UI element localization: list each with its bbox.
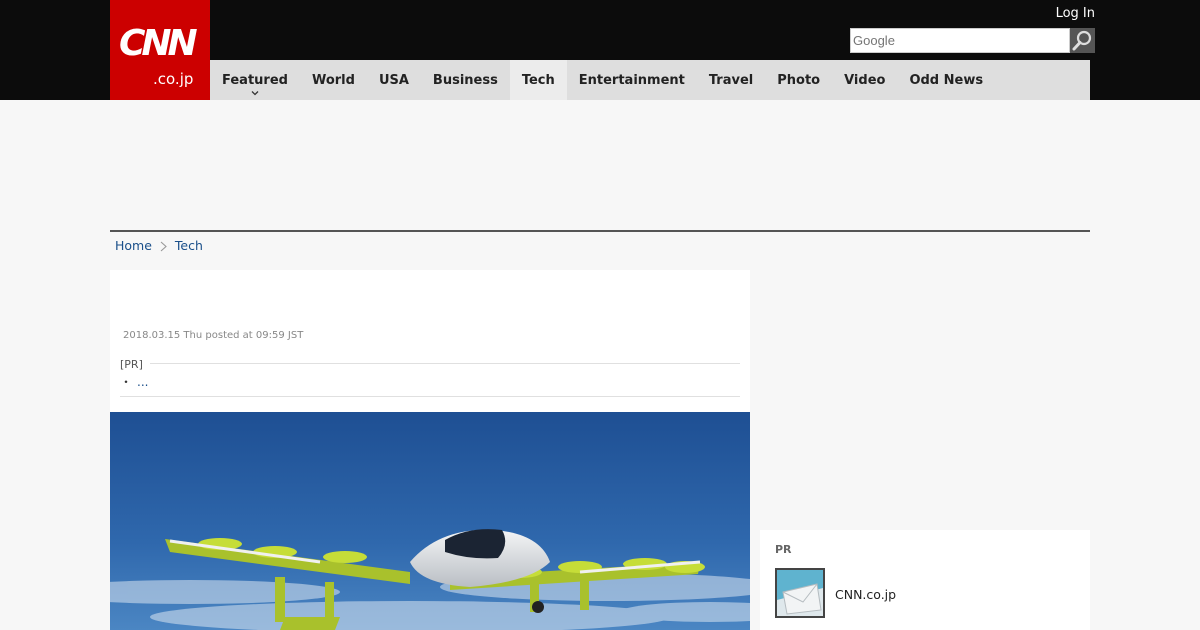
nav-odd-news-label: Odd News (909, 72, 984, 88)
nav-photo[interactable]: Photo (765, 60, 832, 100)
sidebar-thumbnail[interactable] (775, 568, 825, 618)
article-hero-image (110, 412, 750, 630)
article-header: 2018.03.15 Thu posted at 09:59 JST [PR] … (110, 270, 750, 412)
nav-entertainment-label: Entertainment (578, 72, 685, 88)
sidebar-pr-box: PR CNN.co.jp (760, 530, 1090, 630)
login-link[interactable]: Log In (1056, 6, 1095, 22)
nav-video[interactable]: Video (832, 60, 897, 100)
flying-taxi-photo (110, 412, 750, 630)
top-bar: CNN .co.jp Log In Featured World USA Bus… (0, 0, 1200, 100)
sidebar-pr-label: PR (775, 543, 792, 556)
pr-bullet: ・ (120, 375, 133, 389)
nav-usa[interactable]: USA (367, 60, 421, 100)
logo-sub-text: .co.jp (153, 70, 194, 88)
pr-divider (150, 363, 740, 364)
nav-business-label: Business (432, 72, 498, 88)
main-nav: Featured World USA Business Tech Enterta… (210, 60, 1090, 100)
pr-label: [PR] (120, 358, 143, 371)
nav-entertainment[interactable]: Entertainment (567, 60, 697, 100)
nav-tech-label: Tech (521, 72, 555, 88)
nav-world[interactable]: World (300, 60, 367, 100)
nav-featured-label: Featured (222, 72, 288, 88)
mail-icon (777, 570, 823, 615)
content-divider (110, 230, 1090, 232)
nav-odd-news[interactable]: Odd News (897, 60, 995, 100)
pr-list-item[interactable]: ・... (120, 375, 148, 389)
nav-world-label: World (311, 72, 355, 88)
nav-video-label: Video (844, 72, 886, 88)
article-date: 2018.03.15 Thu posted at 09:59 JST (123, 330, 304, 341)
nav-travel-label: Travel (708, 72, 754, 88)
search-input[interactable] (850, 28, 1070, 53)
sidebar-item-name[interactable]: CNN.co.jp (835, 587, 896, 603)
pr-bottom-divider (120, 396, 740, 397)
nav-travel[interactable]: Travel (697, 60, 765, 100)
breadcrumb: Home Tech (115, 238, 203, 254)
nav-featured[interactable]: Featured (210, 60, 300, 100)
logo-main-text: CNN (119, 23, 198, 64)
nav-tech[interactable]: Tech (509, 60, 567, 100)
nav-business[interactable]: Business (421, 60, 510, 100)
chevron-down-icon (251, 91, 259, 96)
search-button[interactable] (1070, 28, 1095, 53)
chevron-right-icon (160, 241, 167, 251)
breadcrumb-home[interactable]: Home (115, 238, 152, 254)
nav-usa-label: USA (378, 72, 409, 88)
breadcrumb-tech[interactable]: Tech (175, 238, 203, 254)
pr-link-text[interactable]: ... (137, 375, 148, 389)
magnifier-icon (1072, 30, 1092, 51)
cnn-logo[interactable]: CNN .co.jp (110, 0, 210, 100)
nav-photo-label: Photo (777, 72, 821, 88)
